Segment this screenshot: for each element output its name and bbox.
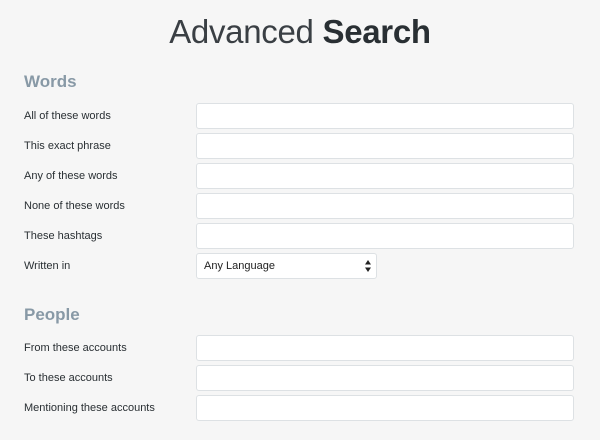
from-these-accounts-input[interactable] [196,335,574,361]
these-hashtags-input[interactable] [196,223,574,249]
none-of-these-words-input[interactable] [196,193,574,219]
mentioning-these-accounts-input[interactable] [196,395,574,421]
all-of-these-words-label: All of these words [24,110,111,122]
these-hashtags-label: These hashtags [24,230,103,242]
this-exact-phrase-input[interactable] [196,133,574,159]
mentioning-these-accounts-label: Mentioning these accounts [24,402,155,414]
page-title-light: Advanced [169,13,314,50]
none-of-these-words-label: None of these words [24,200,125,212]
words-section-heading: Words [24,72,77,91]
from-these-accounts-label: From these accounts [24,342,127,354]
to-these-accounts-input[interactable] [196,365,574,391]
to-these-accounts-row: To these accounts [0,365,600,395]
up-down-arrows-icon [365,260,371,272]
all-of-these-words-row: All of these words [0,103,600,133]
written-in-label: Written in [24,260,71,272]
page-title-bold: Search [322,13,431,50]
all-of-these-words-input[interactable] [196,103,574,129]
written-in-row: Written in Any Language [0,253,600,283]
these-hashtags-row: These hashtags [0,223,600,253]
to-these-accounts-label: To these accounts [24,372,113,384]
from-these-accounts-row: From these accounts [0,335,600,365]
language-select-value: Any Language [204,260,275,272]
mentioning-these-accounts-row: Mentioning these accounts [0,395,600,425]
any-of-these-words-label: Any of these words [24,170,118,182]
this-exact-phrase-label: This exact phrase [24,140,111,152]
any-of-these-words-row: Any of these words [0,163,600,193]
any-of-these-words-input[interactable] [196,163,574,189]
none-of-these-words-row: None of these words [0,193,600,223]
this-exact-phrase-row: This exact phrase [0,133,600,163]
page-title: Advanced Search [0,10,600,54]
people-section-heading: People [24,305,80,324]
language-select[interactable]: Any Language [196,253,377,279]
